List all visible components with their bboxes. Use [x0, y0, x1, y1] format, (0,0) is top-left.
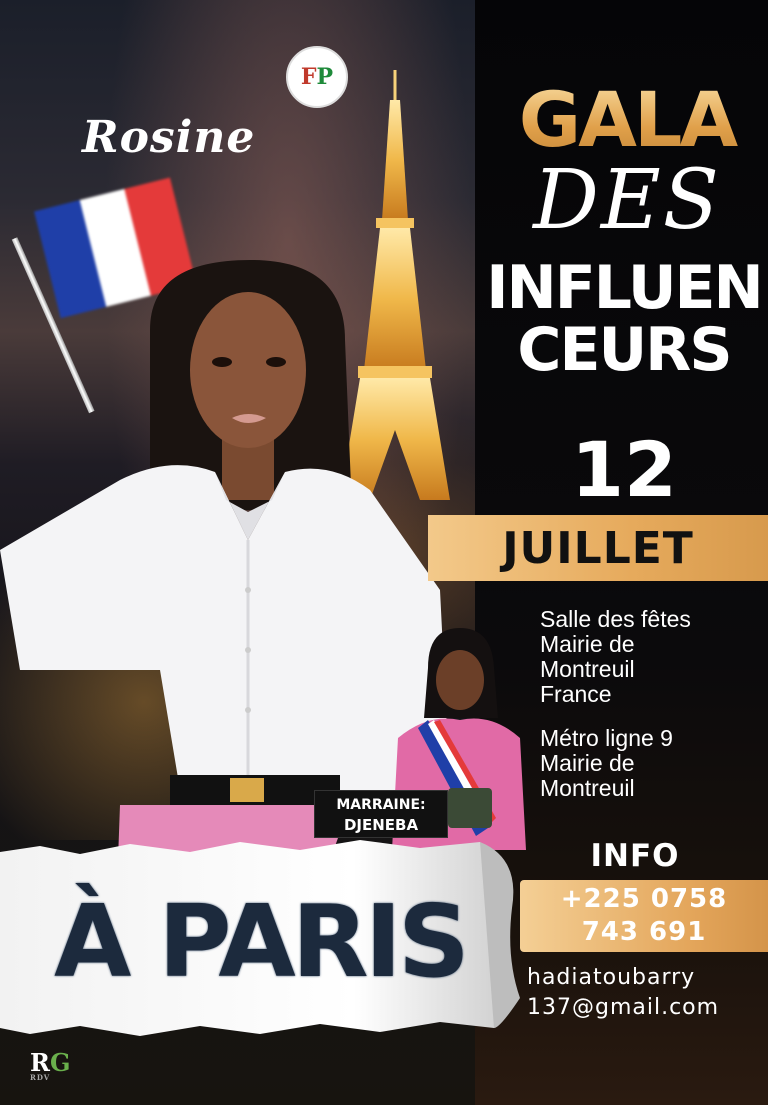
- month-banner: JUILLET: [428, 515, 768, 581]
- organizer-logo: FP: [286, 46, 348, 108]
- event-month: JUILLET: [502, 522, 694, 574]
- phone-line: 743 691: [581, 917, 707, 947]
- email-line: hadiatoubarry: [527, 965, 696, 990]
- metro-directions: Métro ligne 9 Mairie de Montreuil: [540, 726, 760, 801]
- metro-line: Mairie de: [540, 750, 635, 776]
- phone-banner: +225 0758 743 691: [520, 880, 768, 952]
- marraine-badge: MARRAINE: DJENEBA: [314, 790, 448, 838]
- venue-address: Salle des fêtes Mairie de Montreuil Fran…: [540, 607, 760, 707]
- title-influen: INFLUEN: [486, 253, 764, 323]
- venue-line: Mairie de: [540, 631, 635, 657]
- marraine-label: MARRAINE:: [336, 797, 426, 813]
- title-des: DES: [533, 153, 721, 248]
- designer-logo-accent: G: [49, 1048, 71, 1077]
- marraine-name: DJENEBA: [343, 816, 419, 834]
- venue-line: Montreuil: [540, 656, 635, 682]
- metro-line: Métro ligne 9: [540, 725, 673, 751]
- title-ceurs: CEURS: [517, 315, 732, 385]
- logo-text: FP: [300, 64, 334, 90]
- event-day: 12: [571, 425, 677, 514]
- host-name: Rosine: [82, 112, 256, 163]
- phone-line: +225 0758: [560, 884, 728, 914]
- title-gala: GALA: [486, 82, 768, 158]
- metro-line: Montreuil: [540, 775, 635, 801]
- info-title: INFO: [590, 838, 680, 874]
- venue-line: Salle des fêtes: [540, 606, 691, 632]
- venue-line: France: [540, 681, 612, 707]
- designer-logo: RG RDV: [30, 1048, 70, 1088]
- contact-email: hadiatoubarry 137@gmail.com: [527, 963, 767, 1023]
- email-line: 137@gmail.com: [527, 995, 720, 1020]
- event-city: À PARIS: [54, 883, 470, 1000]
